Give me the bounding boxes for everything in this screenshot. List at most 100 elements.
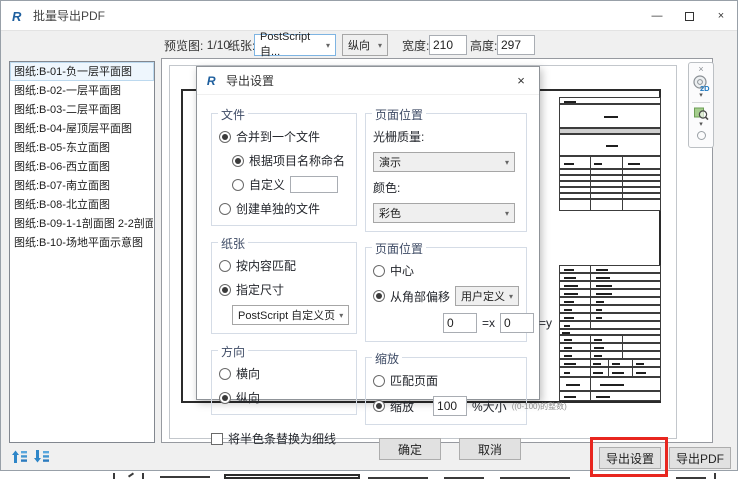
list-item[interactable]: 图纸:B-06-西立面图 xyxy=(10,157,154,176)
title-block-divider xyxy=(590,378,591,390)
by-project-name-label: 根据项目名称命名 xyxy=(249,152,345,169)
export-pdf-button[interactable]: 导出PDF xyxy=(669,447,731,469)
title-block-text-mark xyxy=(596,293,612,295)
minimize-button[interactable]: — xyxy=(641,1,673,31)
fit-content-label: 按内容匹配 xyxy=(236,257,296,274)
list-item[interactable]: 图纸:B-02-一层平面图 xyxy=(10,81,154,100)
portrait-radio[interactable] xyxy=(219,392,231,404)
appearance-group: 页面位置 光栅质量: 演示▾ 颜色: 彩色▾ xyxy=(365,113,527,232)
page-position-group: 页面位置 中心 从角部偏移用户定义▾ =x=y xyxy=(365,247,527,342)
title-block-row xyxy=(559,289,661,297)
orientation-select[interactable]: 纵向 ▾ xyxy=(342,34,388,56)
title-block-divider xyxy=(590,194,591,198)
list-item[interactable]: 图纸:B-03-二层平面图 xyxy=(10,100,154,119)
zoom-label: 缩放 xyxy=(390,398,414,415)
title-block-row xyxy=(559,351,661,359)
offset-y-input[interactable] xyxy=(500,313,534,333)
list-item[interactable]: 图纸:B-01-负一层平面图 xyxy=(10,62,154,81)
chevron-down-icon[interactable]: ▾ xyxy=(699,92,703,100)
list-item[interactable]: 图纸:B-08-北立面图 xyxy=(10,195,154,214)
navbar-close-icon[interactable]: × xyxy=(698,64,703,74)
by-project-name-radio[interactable] xyxy=(232,155,244,167)
separate-files-radio[interactable] xyxy=(219,203,231,215)
paper-size-dialog-select[interactable]: PostScript 自定义页▾ xyxy=(232,305,349,325)
offset-x-input[interactable] xyxy=(443,313,477,333)
move-sheet-up-button[interactable] xyxy=(11,449,28,464)
cancel-button[interactable]: 取消 xyxy=(459,438,521,460)
maximize-button[interactable] xyxy=(673,1,705,31)
title-block-text-mark xyxy=(564,355,572,357)
offset-type-value: 用户定义 xyxy=(461,288,505,304)
offset-from-corner-radio[interactable] xyxy=(373,290,385,302)
title-block-divider xyxy=(590,352,591,358)
background-drawing-fragment xyxy=(142,473,144,479)
zoom-radio[interactable] xyxy=(373,400,385,412)
close-button[interactable]: × xyxy=(705,1,737,31)
background-drawing-fragment xyxy=(368,477,428,479)
center-radio[interactable] xyxy=(373,265,385,277)
navigation-bar: × 2D ▾ ▾ xyxy=(688,62,714,148)
separate-files-label: 创建单独的文件 xyxy=(236,200,320,217)
color-value: 彩色 xyxy=(379,205,401,221)
fit-page-radio[interactable] xyxy=(373,375,385,387)
list-item[interactable]: 图纸:B-07-南立面图 xyxy=(10,176,154,195)
chevron-down-icon[interactable]: ▾ xyxy=(699,121,703,129)
title-block-divider xyxy=(590,314,591,320)
offset-y-suffix: =y xyxy=(539,316,552,330)
zoom-region-icon[interactable] xyxy=(693,105,709,121)
dialog-close-button[interactable]: × xyxy=(503,67,539,95)
zoom-suffix: %大小 xyxy=(472,398,507,415)
raster-quality-value: 演示 xyxy=(379,154,401,170)
list-item[interactable]: 图纸:B-05-东立面图 xyxy=(10,138,154,157)
title-block-divider xyxy=(590,266,591,272)
title-block-divider xyxy=(590,368,591,376)
title-block-text-mark xyxy=(593,363,601,365)
raster-quality-label: 光栅质量: xyxy=(373,128,424,145)
halftone-checkbox[interactable] xyxy=(211,433,223,445)
ok-button[interactable]: 确定 xyxy=(379,438,441,460)
title-block-row xyxy=(559,391,661,401)
title-block-text-mark xyxy=(564,301,574,303)
title-block-row xyxy=(559,104,661,128)
export-settings-button[interactable]: 导出设置 xyxy=(599,447,661,469)
title-block-text-mark xyxy=(564,269,574,271)
custom-name-input[interactable] xyxy=(290,176,338,193)
title-block-text-mark xyxy=(596,396,610,398)
title-block-text-mark xyxy=(600,384,624,386)
title-block-text-mark xyxy=(594,163,602,165)
title-block-row xyxy=(559,313,661,321)
height-input[interactable] xyxy=(497,35,535,55)
title-block-divider xyxy=(590,170,591,174)
title-block-divider xyxy=(590,322,591,328)
list-item[interactable]: 图纸:B-09-1-1剖面图 2-2剖面图 xyxy=(10,214,154,233)
title-block-row xyxy=(559,321,661,329)
raster-quality-select[interactable]: 演示▾ xyxy=(373,152,515,172)
title-block-text-mark xyxy=(564,285,578,287)
title-block-divider xyxy=(632,360,633,366)
landscape-radio[interactable] xyxy=(219,368,231,380)
offset-type-select[interactable]: 用户定义▾ xyxy=(455,286,519,306)
svg-text:R: R xyxy=(207,74,216,87)
list-item[interactable]: 图纸:B-10-场地平面示意图 xyxy=(10,233,154,252)
steering-wheel-2d-icon[interactable]: 2D xyxy=(692,74,710,92)
window-controls: — × xyxy=(641,1,737,31)
preview-count-label: 预览图: 1/10 xyxy=(164,34,230,56)
merge-file-radio[interactable] xyxy=(219,131,231,143)
fit-content-radio[interactable] xyxy=(219,260,231,272)
orbit-icon[interactable] xyxy=(697,131,706,140)
title-block-text-mark xyxy=(564,101,576,103)
custom-name-radio[interactable] xyxy=(232,179,244,191)
dialog-body: 文件 合并到一个文件 根据项目名称命名 自定义 创建单独的文件 纸张 按内容匹配… xyxy=(197,95,539,460)
zoom-input[interactable] xyxy=(433,396,467,416)
color-select[interactable]: 彩色▾ xyxy=(373,203,515,223)
move-sheet-down-button[interactable] xyxy=(33,449,50,464)
list-item[interactable]: 图纸:B-04-屋顶层平面图 xyxy=(10,119,154,138)
fit-page-label: 匹配页面 xyxy=(390,372,438,389)
paper-size-select[interactable]: PostScript 自... ▾ xyxy=(254,34,336,56)
move-up-icon xyxy=(12,450,27,463)
width-input[interactable] xyxy=(429,35,467,55)
title-block-text-mark xyxy=(564,347,572,349)
dialog-titlebar: R 导出设置 × xyxy=(197,67,539,95)
specify-size-radio[interactable] xyxy=(219,284,231,296)
width-label: 宽度: xyxy=(402,34,429,56)
